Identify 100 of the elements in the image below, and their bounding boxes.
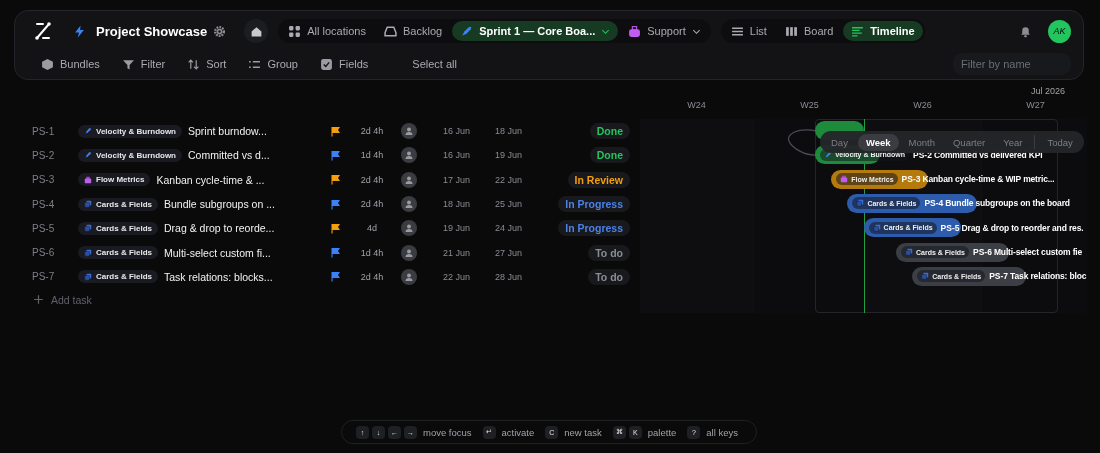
end-date: 18 Jun <box>495 126 523 137</box>
status-badge[interactable]: In Progress <box>558 220 630 237</box>
task-id: PS-6 <box>973 247 992 257</box>
plus-icon <box>32 293 45 307</box>
bell-icon[interactable] <box>1019 24 1032 38</box>
status-badge[interactable]: In Progress <box>558 196 630 213</box>
shortcut-label: move focus <box>422 426 472 438</box>
assignee-avatar[interactable] <box>401 220 417 237</box>
cards-icon <box>905 248 913 256</box>
timeline-icon <box>851 24 865 38</box>
location-tab[interactable]: All locations <box>280 21 374 41</box>
assignee-avatar[interactable] <box>401 147 417 164</box>
project-title: Project Showcase <box>96 23 208 39</box>
today-button[interactable]: Today <box>1039 133 1081 151</box>
end-date: 24 Jun <box>495 223 523 234</box>
shortcut-label: all keys <box>706 426 738 438</box>
assignee-avatar[interactable] <box>401 268 417 285</box>
cards-icon <box>84 248 92 257</box>
task-id: PS-6 <box>31 247 56 259</box>
task-title: Drag & drop to reorder and res. <box>961 222 1084 233</box>
shortcut-label: new task <box>564 426 602 438</box>
task-title[interactable]: Bundle subgroups on ... <box>164 198 275 211</box>
task-title: Bundle subgroups on the board <box>945 198 1070 209</box>
task-title[interactable]: Task relations: blocks... <box>164 270 273 283</box>
briefcase-icon <box>84 175 92 184</box>
task-title[interactable]: Committed vs d... <box>188 149 270 162</box>
task-id: PS-5 <box>31 222 56 234</box>
task-title: Committed vs delivered KPI <box>933 149 1043 160</box>
status-badge[interactable]: To do <box>588 268 630 285</box>
location-tab[interactable]: Backlog <box>376 21 451 41</box>
scale-tab[interactable]: Month <box>900 133 943 151</box>
scale-tab[interactable]: Quarter <box>944 133 994 151</box>
user-avatar[interactable]: AK <box>1048 19 1071 43</box>
task-title[interactable]: Drag & drop to reorde... <box>164 222 275 235</box>
bundle-tag: Cards & Fields <box>78 221 158 235</box>
scale-tab[interactable]: Week <box>857 133 899 151</box>
cards-icon <box>856 199 865 208</box>
scale-tab[interactable]: Day <box>823 133 856 151</box>
task-title: Multi-select custom fie <box>993 247 1083 257</box>
toolbar-button[interactable]: Fields <box>312 57 377 71</box>
status-badge[interactable]: To do <box>588 244 630 261</box>
location-tab[interactable]: Support <box>620 21 709 41</box>
task-id: PS-3 <box>31 174 56 186</box>
end-date: 19 Jun <box>495 150 523 161</box>
estimate: 4d <box>366 223 378 234</box>
settings-icon[interactable] <box>213 24 227 38</box>
task-bar[interactable] <box>863 218 961 238</box>
cards-icon <box>84 272 92 281</box>
home-button[interactable] <box>244 19 269 43</box>
task-title: Task relations: bloc <box>1010 271 1087 282</box>
assignee-avatar[interactable] <box>401 123 417 140</box>
task-title[interactable]: Kanban cycle-time & ... <box>156 173 265 186</box>
task-id: PS-7 <box>31 271 56 283</box>
end-date: 22 Jun <box>495 174 523 185</box>
cards-icon <box>872 223 881 232</box>
assignee-avatar[interactable] <box>401 171 417 188</box>
start-date: 19 Jun <box>443 223 471 234</box>
columns-icon <box>784 24 798 38</box>
toolbar-button[interactable]: Bundles <box>33 57 108 71</box>
toolbar-button[interactable]: Sort <box>179 57 235 71</box>
task-id: PS-2 <box>31 149 56 161</box>
search-field[interactable]: Filter by name <box>953 53 1071 75</box>
view-tab[interactable]: List <box>722 21 775 41</box>
view-tab[interactable]: Timeline <box>843 21 923 41</box>
end-date: 25 Jun <box>495 199 523 210</box>
grid-icon <box>288 24 302 38</box>
bundle-tag: Velocity & Burndown <box>78 124 182 138</box>
select-all-button[interactable]: Select all <box>406 57 463 71</box>
status-badge[interactable]: Done <box>589 123 630 140</box>
shortcut-label: palette <box>647 426 677 438</box>
week-label: W27 <box>1025 100 1046 110</box>
end-date: 28 Jun <box>495 271 523 282</box>
toolbar-button[interactable]: Group <box>240 57 306 71</box>
assignee-avatar[interactable] <box>401 244 417 261</box>
sort-icon <box>187 57 201 71</box>
start-date: 16 Jun <box>443 150 471 161</box>
task-title[interactable]: Multi-select custom fi... <box>164 246 271 259</box>
inbox-icon <box>384 24 397 38</box>
start-date: 17 Jun <box>443 174 471 185</box>
estimate: 2d 4h <box>359 174 385 185</box>
estimate: 1d 4h <box>359 150 385 161</box>
status-badge[interactable]: In Review <box>567 171 630 188</box>
task-id: PS-3 <box>901 174 921 185</box>
task-title[interactable]: Sprint burndow... <box>188 125 267 138</box>
home-icon <box>249 24 263 38</box>
task-id: PS-2 <box>913 149 932 160</box>
view-tab[interactable]: Board <box>776 21 842 41</box>
logo-icon[interactable] <box>33 21 53 41</box>
cube-icon <box>41 57 54 71</box>
location-tab[interactable]: Sprint 1 — Core Boa... <box>452 21 619 41</box>
scale-tab[interactable]: Year <box>995 133 1031 151</box>
toolbar-button[interactable]: Filter <box>113 57 174 71</box>
status-badge[interactable]: Done <box>589 147 630 164</box>
task-id: PS-4 <box>31 198 56 210</box>
assignee-avatar[interactable] <box>401 196 417 213</box>
task-id: PS-4 <box>924 198 944 209</box>
briefcase-icon <box>628 24 642 38</box>
task-id: PS-7 <box>989 271 1009 282</box>
bundle-tag: Cards & Fields <box>78 197 158 211</box>
estimate: 2d 4h <box>359 271 385 282</box>
